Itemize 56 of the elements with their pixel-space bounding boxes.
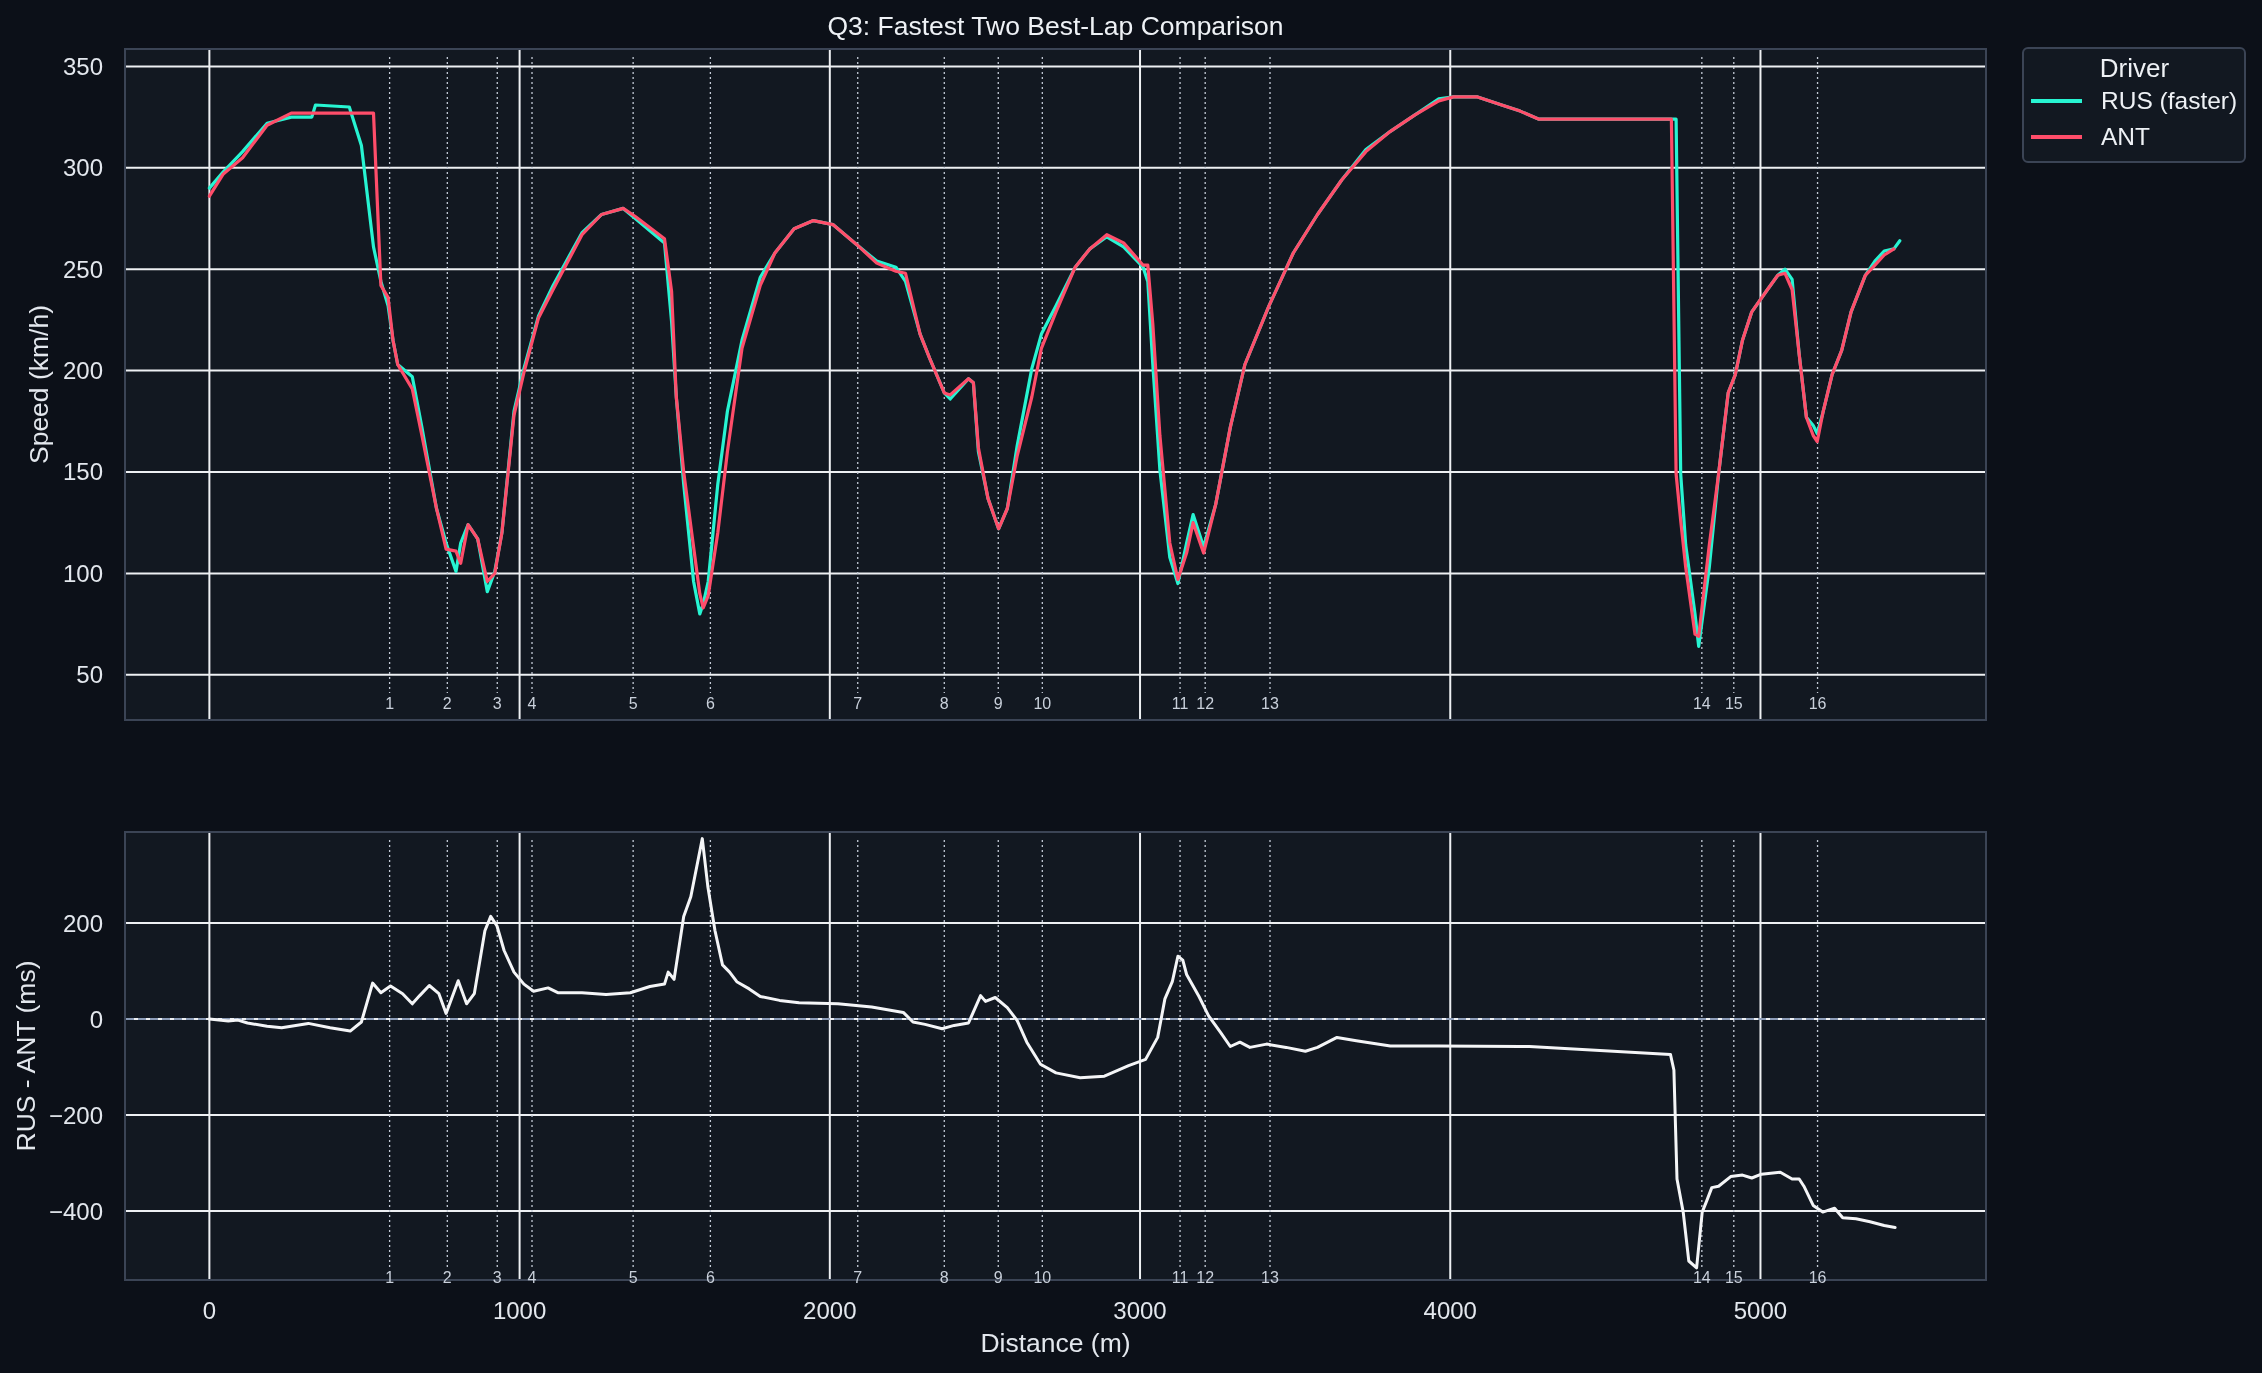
y-tick-label: 100 [62,559,103,587]
corner-label: 5 [628,694,638,712]
y-tick-label: −400 [48,1197,103,1225]
corner-label: 2 [442,694,452,712]
corner-label: 4 [527,694,537,712]
legend-label: RUS (faster) [2101,86,2238,116]
corner-label: 11 [1171,1268,1189,1286]
chart-title: Q3: Fastest Two Best-Lap Comparison [827,10,1284,42]
corner-label: 7 [853,694,863,712]
y-tick-label: 350 [62,52,103,80]
y-tick-label: 0 [89,1005,103,1033]
y-tick-label: 200 [62,909,103,937]
corner-label: 8 [939,694,949,712]
corner-label: 13 [1261,694,1279,712]
corner-label: 9 [993,694,1003,712]
corner-label: 10 [1033,1268,1052,1286]
corner-label: 1 [385,1268,395,1286]
corner-label: 16 [1808,1268,1827,1286]
y-axis-label: RUS - ANT (ms) [10,960,41,1152]
corner-label: 11 [1171,694,1189,712]
corner-label: 1 [385,694,395,712]
corner-label: 14 [1692,694,1711,712]
legend-label: ANT [2101,122,2150,152]
x-tick-label: 5000 [1733,1296,1788,1324]
corner-label: 13 [1261,1268,1279,1286]
corner-label: 12 [1196,1268,1215,1286]
y-axis-label: Speed (km/h) [24,304,55,465]
corner-label: 5 [628,1268,638,1286]
y-tick-label: 200 [62,357,103,385]
y-tick-label: 250 [62,255,103,283]
y-tick-label: 150 [62,458,103,486]
corner-label: 6 [705,1268,715,1286]
x-tick-label: 1000 [492,1296,547,1324]
x-tick-label: 2000 [803,1296,857,1324]
corner-label: 4 [527,1268,537,1286]
corner-label: 15 [1724,694,1743,712]
corner-label: 10 [1033,694,1052,712]
corner-label: 12 [1196,694,1215,712]
y-tick-label: 50 [76,661,103,689]
y-tick-label: 300 [62,154,103,182]
corner-label: 16 [1808,694,1827,712]
x-axis-label: Distance (m) [980,1328,1131,1358]
corner-label: 15 [1724,1268,1743,1286]
corner-label: 3 [492,1268,502,1286]
x-tick-label: 3000 [1113,1296,1167,1324]
corner-label: 3 [492,694,502,712]
corner-label: 6 [705,694,715,712]
corner-label: 9 [993,1268,1003,1286]
x-tick-label: 0 [202,1296,217,1324]
corner-label: 7 [853,1268,863,1286]
legend-title: Driver [2099,53,2170,83]
y-tick-label: −200 [48,1101,103,1129]
x-tick-label: 4000 [1423,1296,1477,1324]
corner-label: 14 [1692,1268,1711,1286]
corner-label: 8 [939,1268,949,1286]
corner-label: 2 [442,1268,452,1286]
